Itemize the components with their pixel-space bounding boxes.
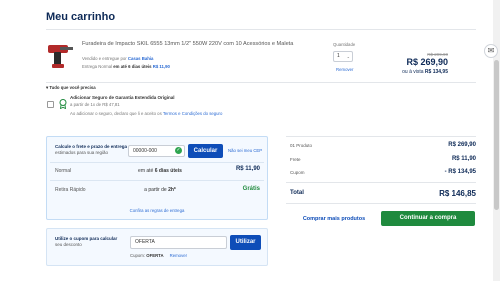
chevron-down-icon: ⌄	[346, 54, 350, 59]
quantity-select[interactable]: 1 ⌄	[333, 51, 353, 62]
remove-coupon-link[interactable]: Remover	[170, 253, 187, 258]
shipping-label: Calcule o frete e prazo de entrega estima…	[55, 144, 130, 155]
quantity-label: Quantidade	[333, 42, 356, 47]
insurance-price: a partir de 1x de R$ 47,81	[70, 102, 120, 107]
insurance-legal: Ao adicionar o seguro, declaro que li e …	[70, 111, 222, 116]
scrollbar[interactable]	[493, 0, 500, 281]
summary-divider	[286, 203, 476, 204]
calculate-shipping-button[interactable]: Calcular	[188, 144, 223, 158]
delivery-prefix: Entrega Normal	[82, 64, 113, 69]
summary-row: 01 Produto R$ 269,90	[290, 142, 476, 153]
extras-heading-label: Tudo que você precisa	[49, 85, 96, 90]
summary-row: Cupom - R$ 134,95	[290, 169, 476, 180]
summary-row-value: R$ 269,90	[448, 142, 476, 148]
coupon-input[interactable]: OFERTA	[130, 236, 227, 249]
insurance-checkbox[interactable]	[47, 101, 54, 108]
delivery-price: R$ 11,90	[152, 64, 170, 69]
shipping-option-time-prefix: a partir de	[144, 187, 167, 193]
warranty-ribbon-icon	[59, 99, 67, 109]
insurance-title: Adicionar Seguro de Garantia Estendida O…	[70, 95, 175, 100]
apply-coupon-button[interactable]: Utilizar	[230, 235, 261, 250]
total-label: Total	[290, 190, 304, 196]
shipping-option-time: em até 6 dias úteis	[138, 168, 182, 174]
summary-row-label: Cupom	[290, 170, 305, 175]
sold-by-prefix: Vendido e entregue por	[82, 56, 127, 61]
shipping-option-name: Normal	[55, 168, 72, 174]
delivery-info: Entrega Normal em até 6 dias úteis R$ 11…	[82, 64, 170, 69]
check-icon: ✓	[175, 147, 182, 154]
summary-row-value: R$ 11,90	[451, 156, 476, 162]
insurance-terms-link[interactable]: Termos e Condições do seguro	[163, 111, 222, 116]
coupon-label-sub: seu desconto	[55, 241, 82, 247]
applied-coupon: Cupom: OFERTA Remover	[130, 253, 187, 258]
checkout-button[interactable]: Continuar a compra	[381, 211, 475, 226]
chat-icon[interactable]: ✉	[484, 44, 498, 58]
applied-coupon-code: OFERTA	[146, 253, 164, 258]
buy-more-button[interactable]: Comprar mais produtos	[290, 212, 378, 226]
cash-price-value: R$ 134,95	[424, 69, 448, 75]
shipping-option-time-prefix: em até	[138, 168, 154, 174]
sold-by: Vendido e entregue por Casas Bahia	[82, 56, 153, 61]
shipping-option-time-value: 6 dias úteis	[154, 168, 182, 174]
delivery-rules-link[interactable]: Confira as regras de entrega	[130, 208, 185, 213]
page-title: Meu carrinho	[46, 11, 116, 23]
summary-row-label: 01 Produto	[290, 143, 313, 148]
shipping-option-time-value: 2h*	[168, 187, 176, 193]
coupon-label: Utilize o cupom para calcular seu descont…	[55, 236, 125, 247]
extras-heading[interactable]: ▾ Tudo que você precisa	[46, 85, 96, 91]
cash-price: ou à vista R$ 134,95	[402, 69, 448, 75]
remove-product-link[interactable]: Remover	[336, 67, 353, 72]
total-value: R$ 146,85	[439, 189, 476, 198]
delivery-time: em até 6 dias úteis	[113, 64, 152, 69]
product-name[interactable]: Furadeira de Impacto SKIL 6555 13mm 1/2"…	[82, 41, 293, 47]
summary-row: Frete R$ 11,90	[290, 156, 476, 167]
summary-divider	[286, 136, 476, 137]
cash-prefix: ou à vista	[402, 69, 424, 75]
shipping-divider	[50, 162, 264, 163]
shipping-option-name: Retira Rápido	[55, 187, 86, 193]
title-divider	[46, 29, 476, 30]
scroll-thumb[interactable]	[494, 60, 499, 210]
legal-text: Ao adicionar o seguro, declaro que li e …	[70, 111, 162, 116]
shipping-divider	[50, 180, 264, 181]
shipping-option-time: a partir de 2h*	[144, 187, 176, 193]
shipping-label-sub: estimados para sua região	[55, 149, 109, 155]
product-image[interactable]	[46, 40, 74, 70]
summary-row-value: - R$ 134,95	[444, 169, 476, 175]
shipping-option-price: R$ 11,90	[235, 166, 260, 172]
product-divider	[46, 82, 476, 83]
summary-divider	[286, 182, 476, 183]
no-cep-link[interactable]: Não sei meu CEP	[228, 148, 262, 153]
applied-coupon-prefix: Cupom:	[130, 253, 146, 258]
quantity-value: 1	[337, 53, 340, 59]
cart-page: Meu carrinho ✉ Furadeira de Impacto SKIL…	[0, 0, 500, 281]
product-price: R$ 269,90	[406, 57, 448, 67]
summary-row-label: Frete	[290, 157, 301, 162]
seller-name[interactable]: Casas Bahia	[128, 56, 154, 61]
shipping-option-price: Grátis	[242, 186, 260, 192]
